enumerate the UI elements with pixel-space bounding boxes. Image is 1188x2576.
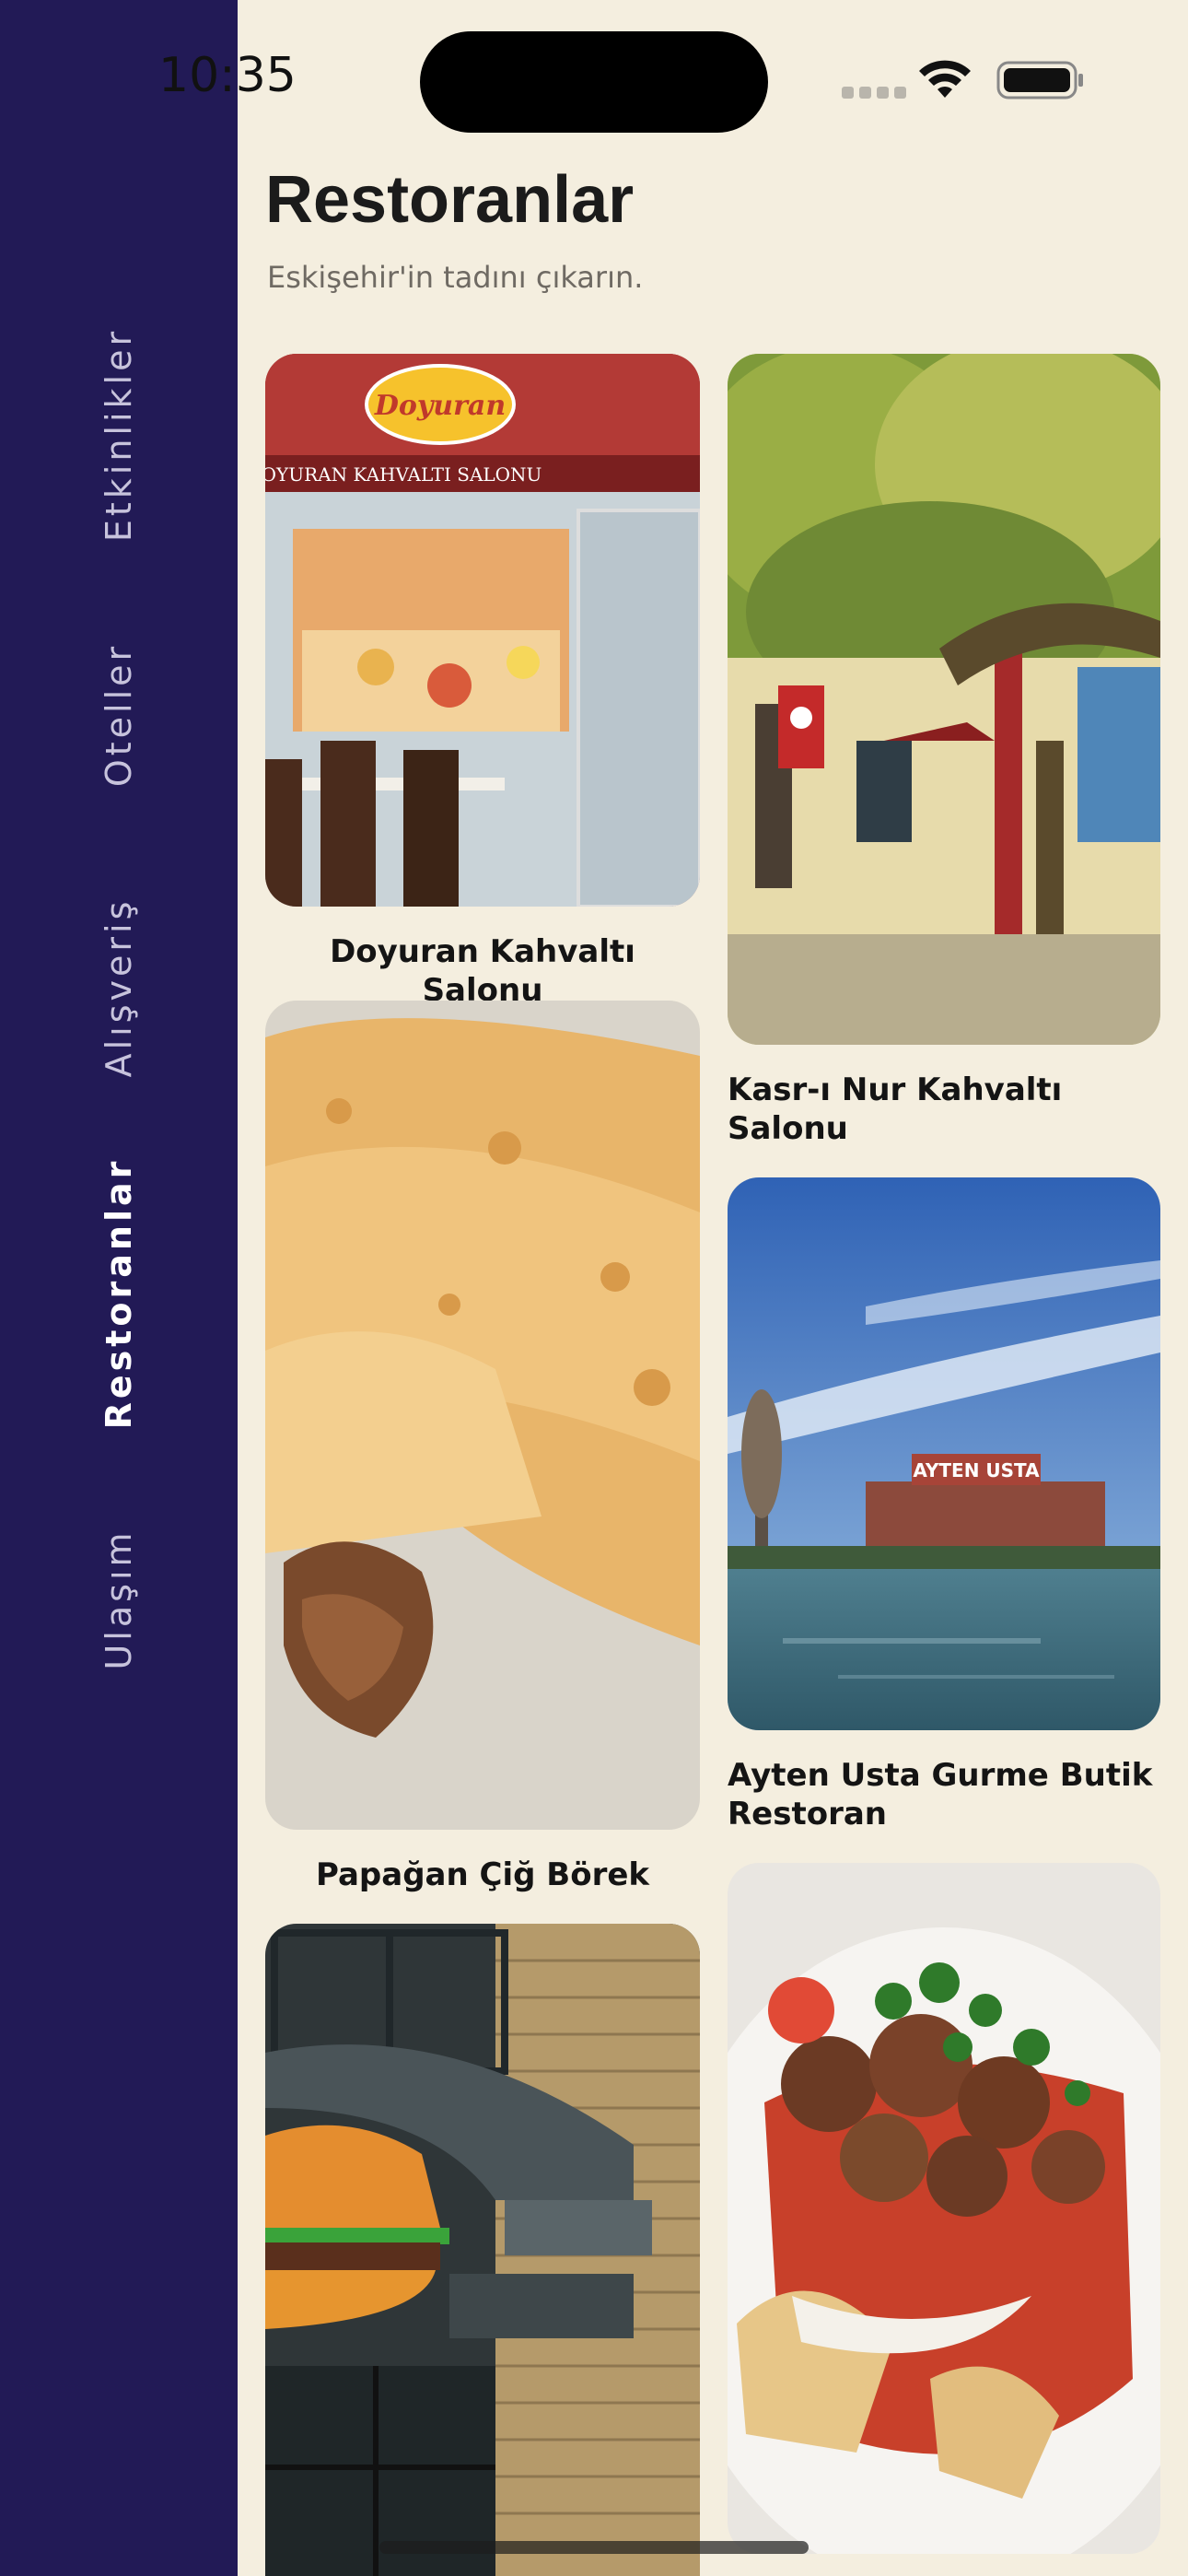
cellular-signal-icon bbox=[842, 87, 906, 99]
photo-sign-text: AYTEN USTA bbox=[913, 1459, 1040, 1481]
restaurant-photo: Doyuran DOYURAN KAHVALTI SALONU bbox=[265, 354, 700, 907]
photo-logo-text: Doyuran bbox=[374, 390, 506, 422]
restaurant-photo bbox=[265, 1001, 700, 1830]
status-time: 10:35 bbox=[158, 48, 297, 103]
dynamic-island bbox=[420, 31, 768, 133]
battery-icon bbox=[996, 61, 1083, 100]
restaurant-name: Kasr-ı Nur Kahvaltı Salonu bbox=[728, 1071, 1063, 1147]
restaurant-name: Doyuran Kahvaltı Salonu bbox=[330, 933, 635, 1009]
restaurant-name: Ayten Usta Gurme Butik Restoran bbox=[728, 1757, 1153, 1832]
restaurant-photo bbox=[728, 1863, 1160, 2554]
restaurant-card-burger[interactable] bbox=[265, 1924, 700, 2576]
restaurant-card-doyuran[interactable]: Doyuran DOYURAN KAHVALTI SALONU Doyuran … bbox=[265, 354, 700, 1010]
page-title: Restoranlar bbox=[265, 163, 635, 237]
restaurant-card-kebab[interactable] bbox=[728, 1863, 1160, 2576]
restaurant-card-papagan[interactable]: Papağan Çiğ Börek bbox=[265, 1001, 700, 1894]
restaurant-card-kasr-i-nur[interactable]: Kasr-ı Nur Kahvaltı Salonu bbox=[728, 354, 1160, 1148]
home-indicator[interactable] bbox=[379, 2541, 809, 2554]
restaurant-card-ayten-usta[interactable]: AYTEN USTA Ayten Usta Gurme Butik Restor… bbox=[728, 1177, 1160, 1833]
sidebar-item-oteller[interactable]: Oteller bbox=[99, 643, 139, 787]
restaurant-name: Papağan Çiğ Börek bbox=[315, 1856, 650, 1893]
restaurant-photo: AYTEN USTA bbox=[728, 1177, 1160, 1730]
wifi-icon bbox=[919, 60, 971, 98]
sidebar-nav: Etkinlikler Oteller Alışveriş Restoranla… bbox=[0, 0, 238, 2576]
page-subtitle: Eskişehir'in tadını çıkarın. bbox=[267, 260, 644, 295]
sidebar-item-restoranlar[interactable]: Restoranlar bbox=[99, 1158, 139, 1430]
restaurant-photo bbox=[728, 354, 1160, 1045]
restaurant-photo bbox=[265, 1924, 700, 2576]
sidebar-item-ulasim[interactable]: Ulaşım bbox=[99, 1528, 139, 1669]
sidebar-item-etkinlikler[interactable]: Etkinlikler bbox=[99, 328, 139, 542]
photo-sign-text: DOYURAN KAHVALTI SALONU bbox=[265, 463, 542, 486]
sidebar-item-alisveris[interactable]: Alışveriş bbox=[99, 898, 139, 1078]
